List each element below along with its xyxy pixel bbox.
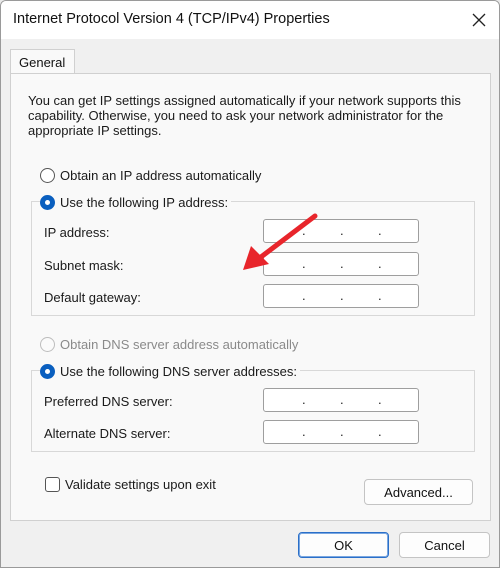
radio-use-following-dns-circle[interactable] <box>40 363 55 379</box>
ok-button[interactable]: OK <box>298 532 389 558</box>
default-gateway-dot-1: . <box>302 288 306 303</box>
subnet-mask-label: Subnet mask: <box>44 258 124 273</box>
subnet-mask-dot-3: . <box>378 256 382 271</box>
radio-obtain-ip-auto[interactable]: Obtain an IP address automatically <box>40 166 261 184</box>
validate-settings-checkbox[interactable] <box>45 477 60 492</box>
radio-obtain-dns-auto[interactable]: Obtain DNS server address automatically <box>40 335 298 353</box>
radio-use-following-ip-circle[interactable] <box>40 194 55 210</box>
tab-general[interactable]: General <box>10 49 75 75</box>
tab-strip: General <box>1 39 499 75</box>
alternate-dns-dot-2: . <box>340 424 344 439</box>
window-title: Internet Protocol Version 4 (TCP/IPv4) P… <box>13 11 330 27</box>
radio-use-following-dns[interactable]: Use the following DNS server addresses: <box>40 362 300 380</box>
default-gateway-input[interactable]: . . . <box>263 284 419 308</box>
radio-use-following-ip-label: Use the following IP address: <box>60 194 229 210</box>
annotation-arrow-icon <box>243 213 318 270</box>
default-gateway-dot-3: . <box>378 288 382 303</box>
ip-address-dot-2: . <box>340 223 344 238</box>
ip-address-label: IP address: <box>44 225 110 240</box>
general-panel: You can get IP settings assigned automat… <box>10 73 491 521</box>
alternate-dns-dot-3: . <box>378 424 382 439</box>
close-button[interactable] <box>457 1 499 39</box>
ip-address-dot-3: . <box>378 223 382 238</box>
advanced-button[interactable]: Advanced... <box>364 479 473 505</box>
info-text: You can get IP settings assigned automat… <box>28 93 461 138</box>
default-gateway-label: Default gateway: <box>44 290 141 305</box>
preferred-dns-dot-1: . <box>302 392 306 407</box>
radio-use-following-ip[interactable]: Use the following IP address: <box>40 193 232 211</box>
alternate-dns-input[interactable]: . . . <box>263 420 419 444</box>
close-icon <box>472 13 486 27</box>
preferred-dns-input[interactable]: . . . <box>263 388 419 412</box>
validate-settings-label: Validate settings upon exit <box>65 477 216 492</box>
preferred-dns-label: Preferred DNS server: <box>44 394 173 409</box>
title-bar: Internet Protocol Version 4 (TCP/IPv4) P… <box>1 1 499 39</box>
radio-obtain-dns-auto-label: Obtain DNS server address automatically <box>60 336 299 352</box>
validate-settings-checkbox-row[interactable]: Validate settings upon exit <box>45 477 216 492</box>
alternate-dns-label: Alternate DNS server: <box>44 426 171 441</box>
subnet-mask-dot-2: . <box>340 256 344 271</box>
cancel-button[interactable]: Cancel <box>399 532 490 558</box>
ipv4-properties-dialog: Internet Protocol Version 4 (TCP/IPv4) P… <box>0 0 500 568</box>
radio-obtain-ip-auto-label: Obtain an IP address automatically <box>60 167 262 183</box>
radio-obtain-dns-auto-circle <box>40 336 55 352</box>
alternate-dns-dot-1: . <box>302 424 306 439</box>
radio-use-following-dns-label: Use the following DNS server addresses: <box>60 363 297 379</box>
default-gateway-dot-2: . <box>340 288 344 303</box>
radio-obtain-ip-auto-circle[interactable] <box>40 167 55 183</box>
preferred-dns-dot-3: . <box>378 392 382 407</box>
preferred-dns-dot-2: . <box>340 392 344 407</box>
